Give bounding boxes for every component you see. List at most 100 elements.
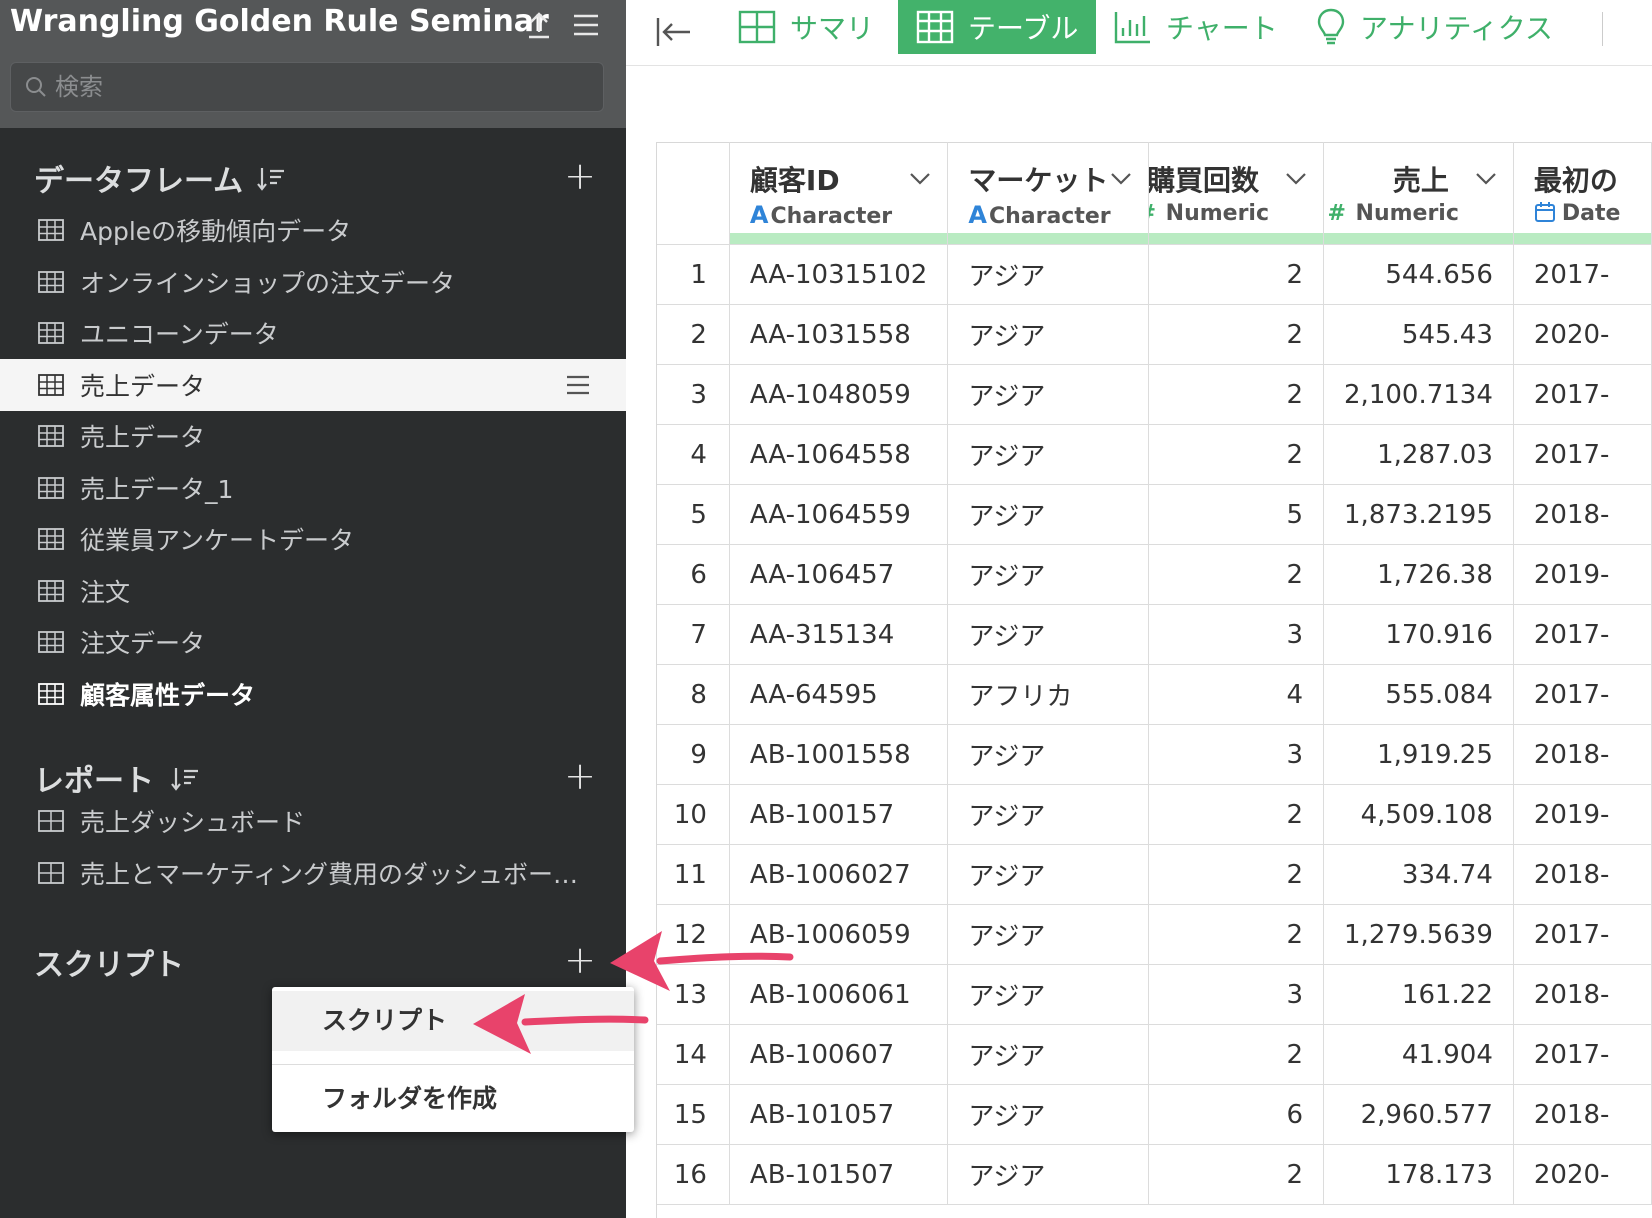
sidebar-item[interactable]: 売上データ: [0, 410, 626, 462]
table-cell[interactable]: アジア: [947, 424, 1150, 485]
sidebar-item[interactable]: 売上データ_1: [0, 462, 626, 514]
table-row[interactable]: 7 AA-315134 アジア 3 170.916 2017-: [657, 604, 1652, 665]
column-dropdown-chevron-icon[interactable]: [1473, 165, 1499, 191]
table-cell[interactable]: 1,873.2195: [1323, 484, 1514, 545]
add-report-plus-icon[interactable]: +: [560, 756, 600, 796]
table-cell[interactable]: 4,509.108: [1323, 784, 1514, 845]
table-cell[interactable]: 2: [1148, 1144, 1325, 1205]
table-cell[interactable]: 3: [1148, 604, 1325, 665]
table-cell[interactable]: アジア: [947, 904, 1150, 965]
column-header[interactable]: 売上 # Numeric: [1323, 142, 1514, 245]
table-cell[interactable]: AB-1001558: [729, 724, 949, 785]
table-cell[interactable]: アジア: [947, 244, 1150, 305]
table-cell[interactable]: 2018-: [1513, 964, 1652, 1025]
table-cell[interactable]: 2017-: [1513, 664, 1652, 725]
table-cell[interactable]: 2017-: [1513, 1024, 1652, 1085]
table-cell[interactable]: 2020-: [1513, 304, 1652, 365]
column-header[interactable]: 最初の Date: [1513, 142, 1652, 245]
table-cell[interactable]: AB-100607: [729, 1024, 949, 1085]
table-cell[interactable]: 4: [1148, 664, 1325, 725]
table-cell[interactable]: アフリカ: [947, 664, 1150, 725]
table-cell[interactable]: アジア: [947, 544, 1150, 605]
table-cell[interactable]: 2017-: [1513, 904, 1652, 965]
table-cell[interactable]: 2: [1148, 244, 1325, 305]
table-cell[interactable]: 2: [1148, 1024, 1325, 1085]
sidebar-item[interactable]: Appleの移動傾向データ: [0, 204, 626, 256]
table-cell[interactable]: 178.173: [1323, 1144, 1514, 1205]
table-cell[interactable]: アジア: [947, 1144, 1150, 1205]
sidebar-item[interactable]: オンラインショップの注文データ: [0, 256, 626, 308]
tab-summary[interactable]: サマリ: [738, 0, 874, 54]
sidebar-item[interactable]: 従業員アンケートデータ: [0, 513, 626, 565]
table-cell[interactable]: 2018-: [1513, 484, 1652, 545]
table-cell[interactable]: 3: [1148, 964, 1325, 1025]
table-row[interactable]: 8 AA-64595 アフリカ 4 555.084 2017-: [657, 664, 1652, 725]
table-cell[interactable]: AA-1031558: [729, 304, 949, 365]
tab-analytics[interactable]: アナリティクス: [1316, 0, 1553, 54]
table-cell[interactable]: 545.43: [1323, 304, 1514, 365]
menu-item-script[interactable]: スクリプト: [272, 991, 634, 1051]
table-cell[interactable]: 2017-: [1513, 604, 1652, 665]
table-cell[interactable]: 5: [1148, 484, 1325, 545]
table-cell[interactable]: 2: [1148, 304, 1325, 365]
table-cell[interactable]: AA-1048059: [729, 364, 949, 425]
table-cell[interactable]: 2: [1148, 424, 1325, 485]
column-dropdown-chevron-icon[interactable]: [907, 165, 933, 191]
sidebar-item[interactable]: 売上データ: [0, 358, 626, 411]
table-cell[interactable]: アジア: [947, 304, 1150, 365]
table-cell[interactable]: AB-1006027: [729, 844, 949, 905]
table-cell[interactable]: アジア: [947, 1084, 1150, 1145]
sidebar-item[interactable]: ユニコーンデータ: [0, 307, 626, 359]
sidebar-item[interactable]: 売上ダッシュボード: [0, 795, 626, 847]
table-cell[interactable]: 2,960.577: [1323, 1084, 1514, 1145]
table-cell[interactable]: 3: [1148, 724, 1325, 785]
column-dropdown-chevron-icon[interactable]: [1283, 165, 1309, 191]
table-cell[interactable]: AA-315134: [729, 604, 949, 665]
upload-icon[interactable]: [522, 8, 556, 42]
hamburger-menu-icon[interactable]: [569, 8, 603, 42]
table-row[interactable]: 13 AB-1006061 アジア 3 161.22 2018-: [657, 964, 1652, 1025]
table-cell[interactable]: AA-106457: [729, 544, 949, 605]
table-cell[interactable]: 2019-: [1513, 784, 1652, 845]
table-cell[interactable]: アジア: [947, 964, 1150, 1025]
column-dropdown-chevron-icon[interactable]: [1108, 165, 1134, 191]
table-cell[interactable]: 2017-: [1513, 424, 1652, 485]
table-cell[interactable]: AB-100157: [729, 784, 949, 845]
sidebar-item[interactable]: 売上とマーケティング費用のダッシュボー…: [0, 847, 626, 899]
table-cell[interactable]: 1,919.25: [1323, 724, 1514, 785]
table-cell[interactable]: アジア: [947, 484, 1150, 545]
table-cell[interactable]: AA-1064559: [729, 484, 949, 545]
table-cell[interactable]: 2020-: [1513, 1144, 1652, 1205]
table-cell[interactable]: 161.22: [1323, 964, 1514, 1025]
table-cell[interactable]: 2018-: [1513, 844, 1652, 905]
table-row[interactable]: 14 AB-100607 アジア 2 41.904 2017-: [657, 1024, 1652, 1085]
table-cell[interactable]: アジア: [947, 604, 1150, 665]
table-cell[interactable]: 2,100.7134: [1323, 364, 1514, 425]
table-row[interactable]: 11 AB-1006027 アジア 2 334.74 2018-: [657, 844, 1652, 905]
item-menu-icon[interactable]: [564, 371, 592, 399]
column-header[interactable]: マーケット ACharacter: [947, 142, 1150, 245]
sidebar-item[interactable]: 注文: [0, 565, 626, 617]
table-row[interactable]: 5 AA-1064559 アジア 5 1,873.2195 2018-: [657, 484, 1652, 545]
table-row[interactable]: 1 AA-10315102 アジア 2 544.656 2017-: [657, 244, 1652, 305]
table-cell[interactable]: 1,287.03: [1323, 424, 1514, 485]
table-cell[interactable]: AA-1064558: [729, 424, 949, 485]
table-cell[interactable]: 2018-: [1513, 1084, 1652, 1145]
table-cell[interactable]: 2: [1148, 904, 1325, 965]
table-cell[interactable]: 6: [1148, 1084, 1325, 1145]
tab-chart[interactable]: チャート: [1114, 0, 1278, 54]
table-cell[interactable]: 41.904: [1323, 1024, 1514, 1085]
table-cell[interactable]: 1,279.5639: [1323, 904, 1514, 965]
table-row[interactable]: 16 AB-101507 アジア 2 178.173 2020-: [657, 1144, 1652, 1205]
collapse-sidebar-icon[interactable]: [654, 12, 694, 52]
sort-icon[interactable]: [256, 164, 286, 194]
table-cell[interactable]: 1,726.38: [1323, 544, 1514, 605]
table-cell[interactable]: アジア: [947, 784, 1150, 845]
table-cell[interactable]: 2017-: [1513, 244, 1652, 305]
sort-icon[interactable]: [170, 764, 200, 794]
table-cell[interactable]: 334.74: [1323, 844, 1514, 905]
table-row[interactable]: 2 AA-1031558 アジア 2 545.43 2020-: [657, 304, 1652, 365]
table-cell[interactable]: AA-10315102: [729, 244, 949, 305]
table-cell[interactable]: 2: [1148, 544, 1325, 605]
table-cell[interactable]: 2017-: [1513, 364, 1652, 425]
